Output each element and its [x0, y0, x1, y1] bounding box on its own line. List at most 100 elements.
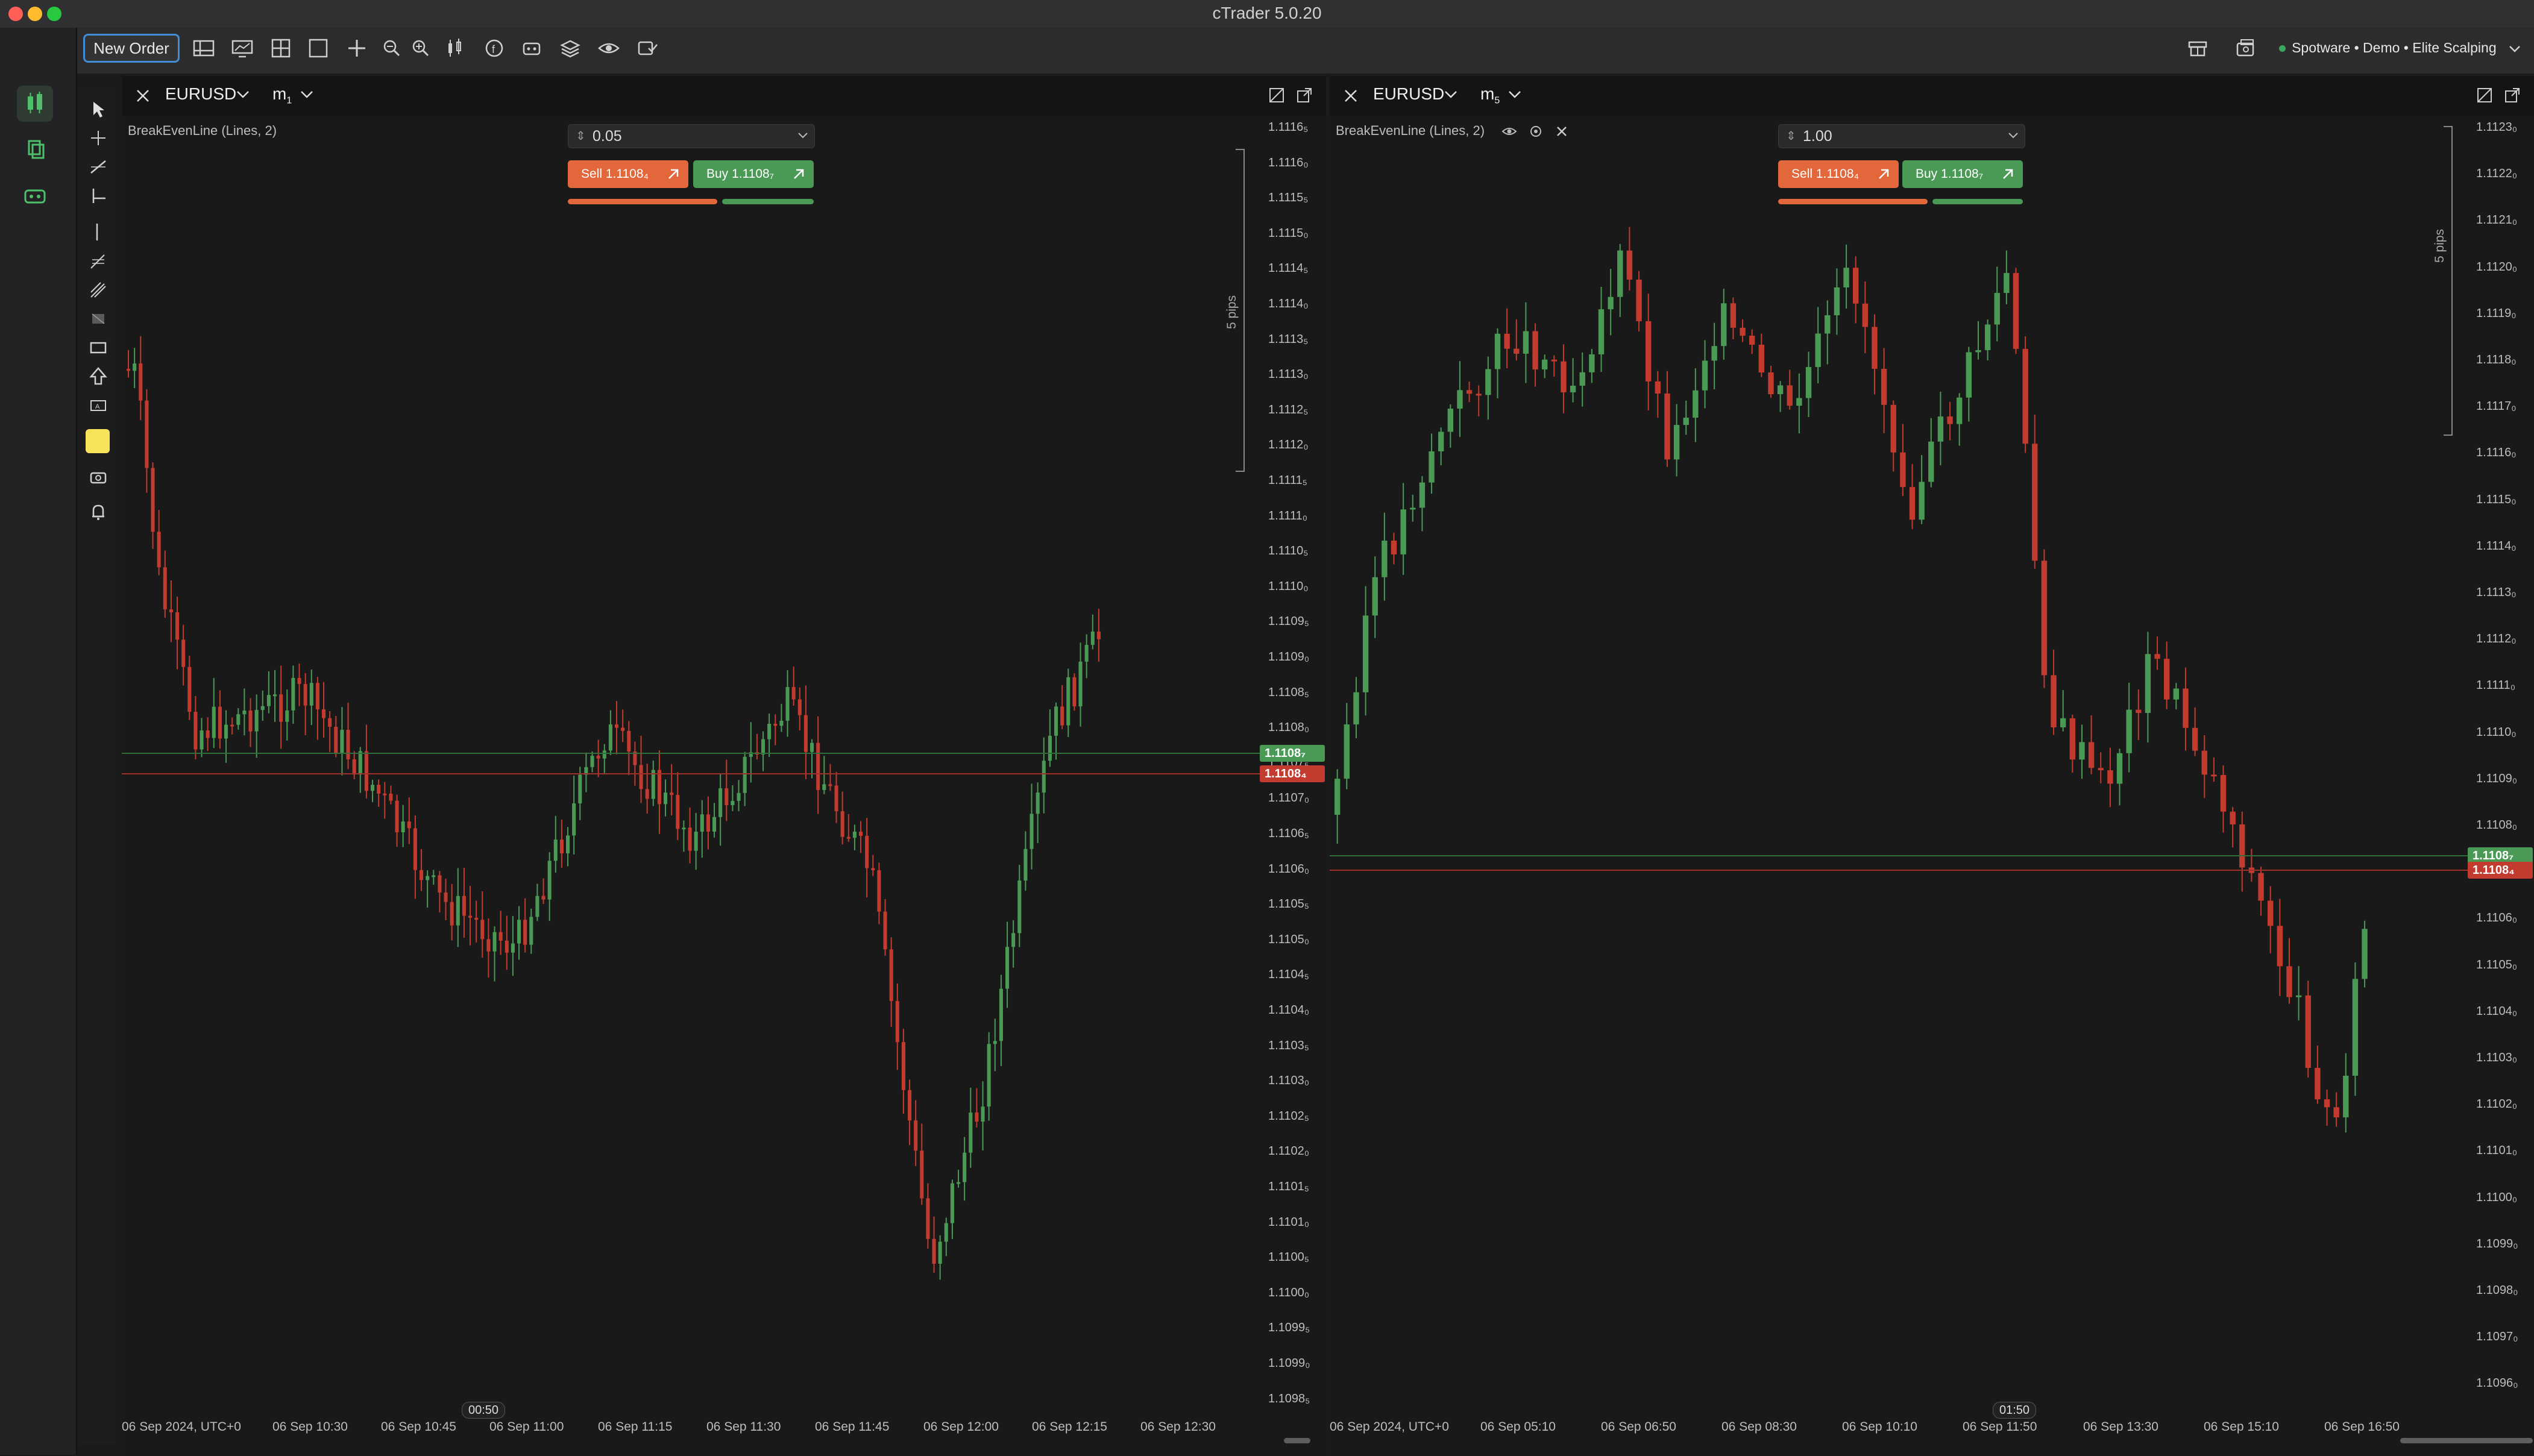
account-selector[interactable]: Spotware • Demo • Elite Scalping [2279, 40, 2521, 56]
candle-body [2069, 718, 2076, 760]
candle-body [151, 468, 155, 532]
arrow-up-right-icon [668, 169, 679, 179]
price-tick-label: 1.1100₀ [2476, 1190, 2517, 1204]
detach-icon[interactable] [1267, 86, 1286, 105]
candle-body [2220, 775, 2227, 812]
trade-toggle-icon[interactable] [635, 36, 659, 60]
new-order-button[interactable]: New Order [83, 34, 180, 63]
open-external-icon[interactable] [2503, 86, 2522, 105]
store-icon[interactable] [2186, 36, 2210, 60]
remove-indicator-icon[interactable] [1555, 124, 1569, 139]
candle-body [1608, 297, 1614, 310]
quantity-value: 1.00 [1803, 128, 1832, 145]
stepper-icon[interactable]: ⇕ [1786, 125, 1796, 148]
camera-icon[interactable] [86, 465, 110, 489]
app-title: cTrader 5.0.20 [1212, 4, 1322, 22]
price-tick-label: 1.1106₀ [1268, 862, 1309, 876]
pattern-icon[interactable] [86, 307, 110, 331]
bell-icon[interactable] [86, 500, 110, 524]
candle-body [407, 821, 411, 829]
zoom-in-icon[interactable] [409, 36, 433, 60]
detach-icon[interactable] [2475, 86, 2494, 105]
horizontal-scrollbar[interactable] [2400, 1438, 2533, 1443]
grid-icon[interactable] [269, 36, 293, 60]
stepper-icon[interactable]: ⇕ [576, 125, 586, 148]
candles-icon[interactable] [444, 36, 468, 60]
candle-body [297, 677, 301, 684]
time-axis[interactable]: 06 Sep 2024, UTC+0 06 Sep 05:10 06 Sep 06:… [1330, 1405, 2468, 1434]
vertical-line-icon[interactable] [86, 220, 110, 244]
square-icon[interactable] [306, 36, 330, 60]
candle-body [224, 724, 228, 739]
symbol-selector[interactable]: EURUSD [165, 84, 236, 104]
symbol-selector[interactable]: EURUSD [1373, 84, 1444, 104]
close-icon[interactable] [1342, 87, 1360, 105]
crosshair-icon[interactable] [86, 126, 110, 150]
measure-icon[interactable] [86, 184, 110, 208]
eye-icon[interactable] [1501, 125, 1517, 137]
crosshair-plus-icon[interactable] [345, 36, 369, 60]
layers-icon[interactable] [558, 36, 582, 60]
chevron-down-icon[interactable] [1508, 90, 1521, 99]
copy-app-icon[interactable] [17, 131, 53, 168]
buy-button[interactable]: Buy 1.1108₇ [1902, 160, 2023, 188]
price-chart-plot[interactable] [122, 116, 1260, 1405]
indicator-label[interactable]: BreakEvenLine (Lines, 2) [128, 123, 277, 139]
cashier-icon[interactable] [2234, 36, 2258, 60]
price-axis[interactable]: 1.1123₀ 1.1122₀ 1.1121₀ 1.1120₀ 1.1119₀ 1.111… [2468, 116, 2534, 1405]
open-external-icon[interactable] [1295, 86, 1314, 105]
monitor-icon[interactable] [230, 36, 254, 60]
candle-body [1096, 631, 1101, 639]
price-chart-plot[interactable] [1330, 116, 2468, 1405]
pitchfork-icon[interactable] [86, 278, 110, 302]
facebook-icon[interactable]: f [482, 36, 506, 60]
time-tick-label: 06 Sep 11:15 [598, 1420, 673, 1434]
time-tick-label: 06 Sep 11:45 [815, 1420, 890, 1434]
time-axis[interactable]: 06 Sep 2024, UTC+0 06 Sep 10:30 06 Sep 10:… [122, 1405, 1260, 1434]
arrow-up-icon[interactable] [86, 365, 110, 389]
indicator-label[interactable]: BreakEvenLine (Lines, 2) [1336, 123, 1569, 139]
cursor-icon[interactable] [86, 97, 110, 121]
trade-app-icon[interactable] [17, 86, 53, 122]
candle-countdown: 01:50 [1993, 1402, 2037, 1419]
timeframe-selector[interactable]: m1 [272, 84, 292, 107]
sell-button[interactable]: Sell 1.1108₄ [1778, 160, 1899, 188]
price-axis[interactable]: 1.1116₅ 1.1116₀ 1.1115₅ 1.1115₀ 1.1114₅ 1.111… [1260, 116, 1326, 1405]
horizontal-scrollbar[interactable] [1284, 1438, 1310, 1443]
chevron-down-icon[interactable] [2008, 132, 2019, 139]
layout-icon[interactable] [192, 36, 216, 60]
chevron-down-icon[interactable] [1444, 90, 1457, 99]
candle-body [1693, 390, 1699, 418]
close-icon[interactable] [134, 87, 152, 105]
sell-volume-bar [568, 199, 717, 204]
candle-body [1740, 327, 1746, 336]
candle-body [1410, 507, 1416, 510]
eye-icon[interactable] [597, 36, 621, 60]
candle-body [957, 1182, 961, 1184]
candle-body [212, 706, 216, 738]
rectangle-icon[interactable] [86, 336, 110, 360]
buy-button[interactable]: Buy 1.1108₇ [693, 160, 814, 188]
quantity-input[interactable]: ⇕ 0.05 [568, 124, 815, 148]
sell-button[interactable]: Sell 1.1108₄ [568, 160, 688, 188]
candle-body [127, 369, 131, 371]
chevron-down-icon[interactable] [797, 132, 808, 139]
candle-body [1570, 386, 1576, 393]
chevron-down-icon[interactable] [236, 90, 250, 99]
timeframe-main: m [1480, 84, 1495, 103]
algo-app-icon[interactable] [17, 178, 53, 215]
candle-body [254, 710, 259, 732]
settings-icon[interactable] [1528, 124, 1544, 139]
trendline-icon[interactable] [86, 155, 110, 179]
text-box-icon[interactable]: A [86, 394, 110, 418]
bot-icon[interactable] [520, 36, 544, 60]
chevron-down-icon[interactable] [300, 90, 313, 99]
quantity-input[interactable]: ⇕ 1.00 [1778, 124, 2025, 148]
candle-body [725, 788, 729, 806]
color-swatch[interactable] [86, 429, 110, 453]
candle-body [322, 709, 326, 718]
fibonacci-icon[interactable] [86, 249, 110, 273]
timeframe-selector[interactable]: m5 [1480, 84, 1500, 107]
zoom-out-icon[interactable] [380, 36, 404, 60]
candle-body [1400, 509, 1406, 554]
